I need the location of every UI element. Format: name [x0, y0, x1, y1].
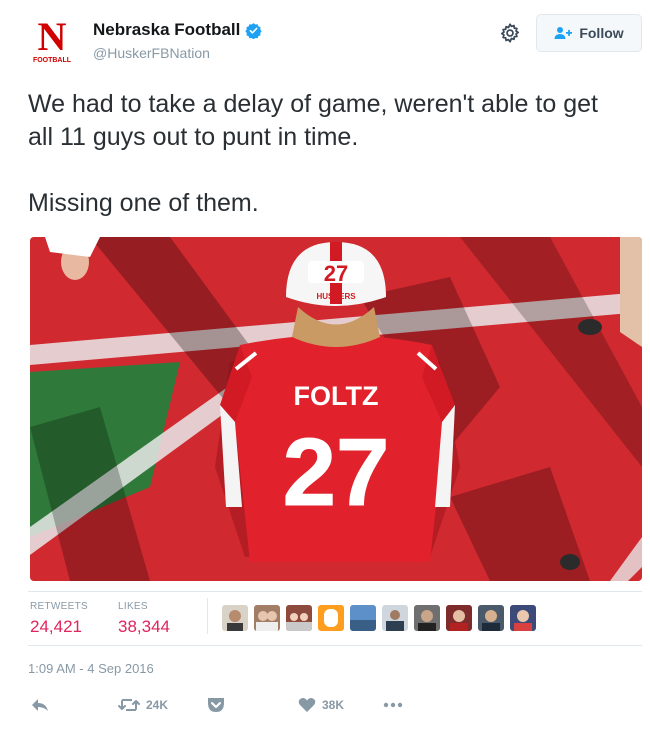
follow-button[interactable]: Follow: [536, 14, 642, 52]
account-name[interactable]: Nebraska Football: [93, 20, 240, 40]
pocket-button[interactable]: [207, 696, 225, 713]
tweet-timestamp[interactable]: 1:09 AM - 4 Sep 2016: [28, 661, 154, 676]
liker-avatar[interactable]: [446, 605, 472, 631]
liker-avatar[interactable]: [286, 605, 312, 631]
stats-top-divider: [28, 591, 642, 592]
liker-avatar[interactable]: [318, 605, 344, 631]
liker-avatar[interactable]: [510, 605, 536, 631]
logo-letter: N: [38, 16, 67, 59]
liker-avatar[interactable]: [350, 605, 376, 631]
liker-avatar[interactable]: [222, 605, 248, 631]
retweets-count[interactable]: 24,421: [30, 617, 82, 637]
stats-vertical-divider: [207, 598, 208, 634]
liker-avatar[interactable]: [382, 605, 408, 631]
liker-avatar[interactable]: [478, 605, 504, 631]
more-dots-icon: [383, 702, 403, 708]
gear-icon[interactable]: [499, 22, 521, 44]
stats-bottom-divider: [28, 645, 642, 646]
tweet-text: We had to take a delay of game, weren't …: [28, 88, 628, 220]
pocket-icon: [208, 698, 224, 712]
helmet-number: 27: [324, 261, 348, 286]
likes-count[interactable]: 38,344: [118, 617, 170, 637]
account-handle[interactable]: @HuskerFBNation: [93, 45, 210, 61]
tweet-line-1: We had to take a delay of game, weren't …: [28, 90, 598, 151]
reply-button[interactable]: [30, 697, 50, 713]
logo-caption: FOOTBALL: [33, 57, 72, 64]
retweet-count: 24K: [146, 698, 169, 712]
follow-person-icon: [554, 27, 573, 39]
liker-avatars: [222, 605, 536, 631]
retweet-icon: [118, 699, 140, 711]
like-button[interactable]: 38K: [298, 697, 344, 713]
account-name-row[interactable]: Nebraska Football: [93, 20, 263, 40]
tweet-line-2: Missing one of them.: [28, 189, 259, 217]
liker-avatar[interactable]: [414, 605, 440, 631]
helmet-text: HUSKERS: [316, 292, 356, 301]
more-button[interactable]: [382, 697, 404, 713]
liker-avatar[interactable]: [254, 605, 280, 631]
reply-icon: [32, 699, 48, 711]
verified-badge-icon: [245, 22, 263, 39]
account-logo[interactable]: N FOOTBALL: [28, 14, 76, 66]
heart-icon: [298, 698, 316, 712]
jersey-number: 27: [283, 419, 390, 526]
likes-label: LIKES: [118, 601, 148, 612]
tweet-photo[interactable]: 27 HUSKERS FOLTZ 27: [30, 237, 642, 581]
follow-label: Follow: [579, 25, 624, 41]
retweet-button[interactable]: 24K: [118, 697, 168, 713]
like-count: 38K: [322, 698, 345, 712]
retweets-label: RETWEETS: [30, 601, 88, 612]
jersey-name: FOLTZ: [294, 381, 379, 411]
